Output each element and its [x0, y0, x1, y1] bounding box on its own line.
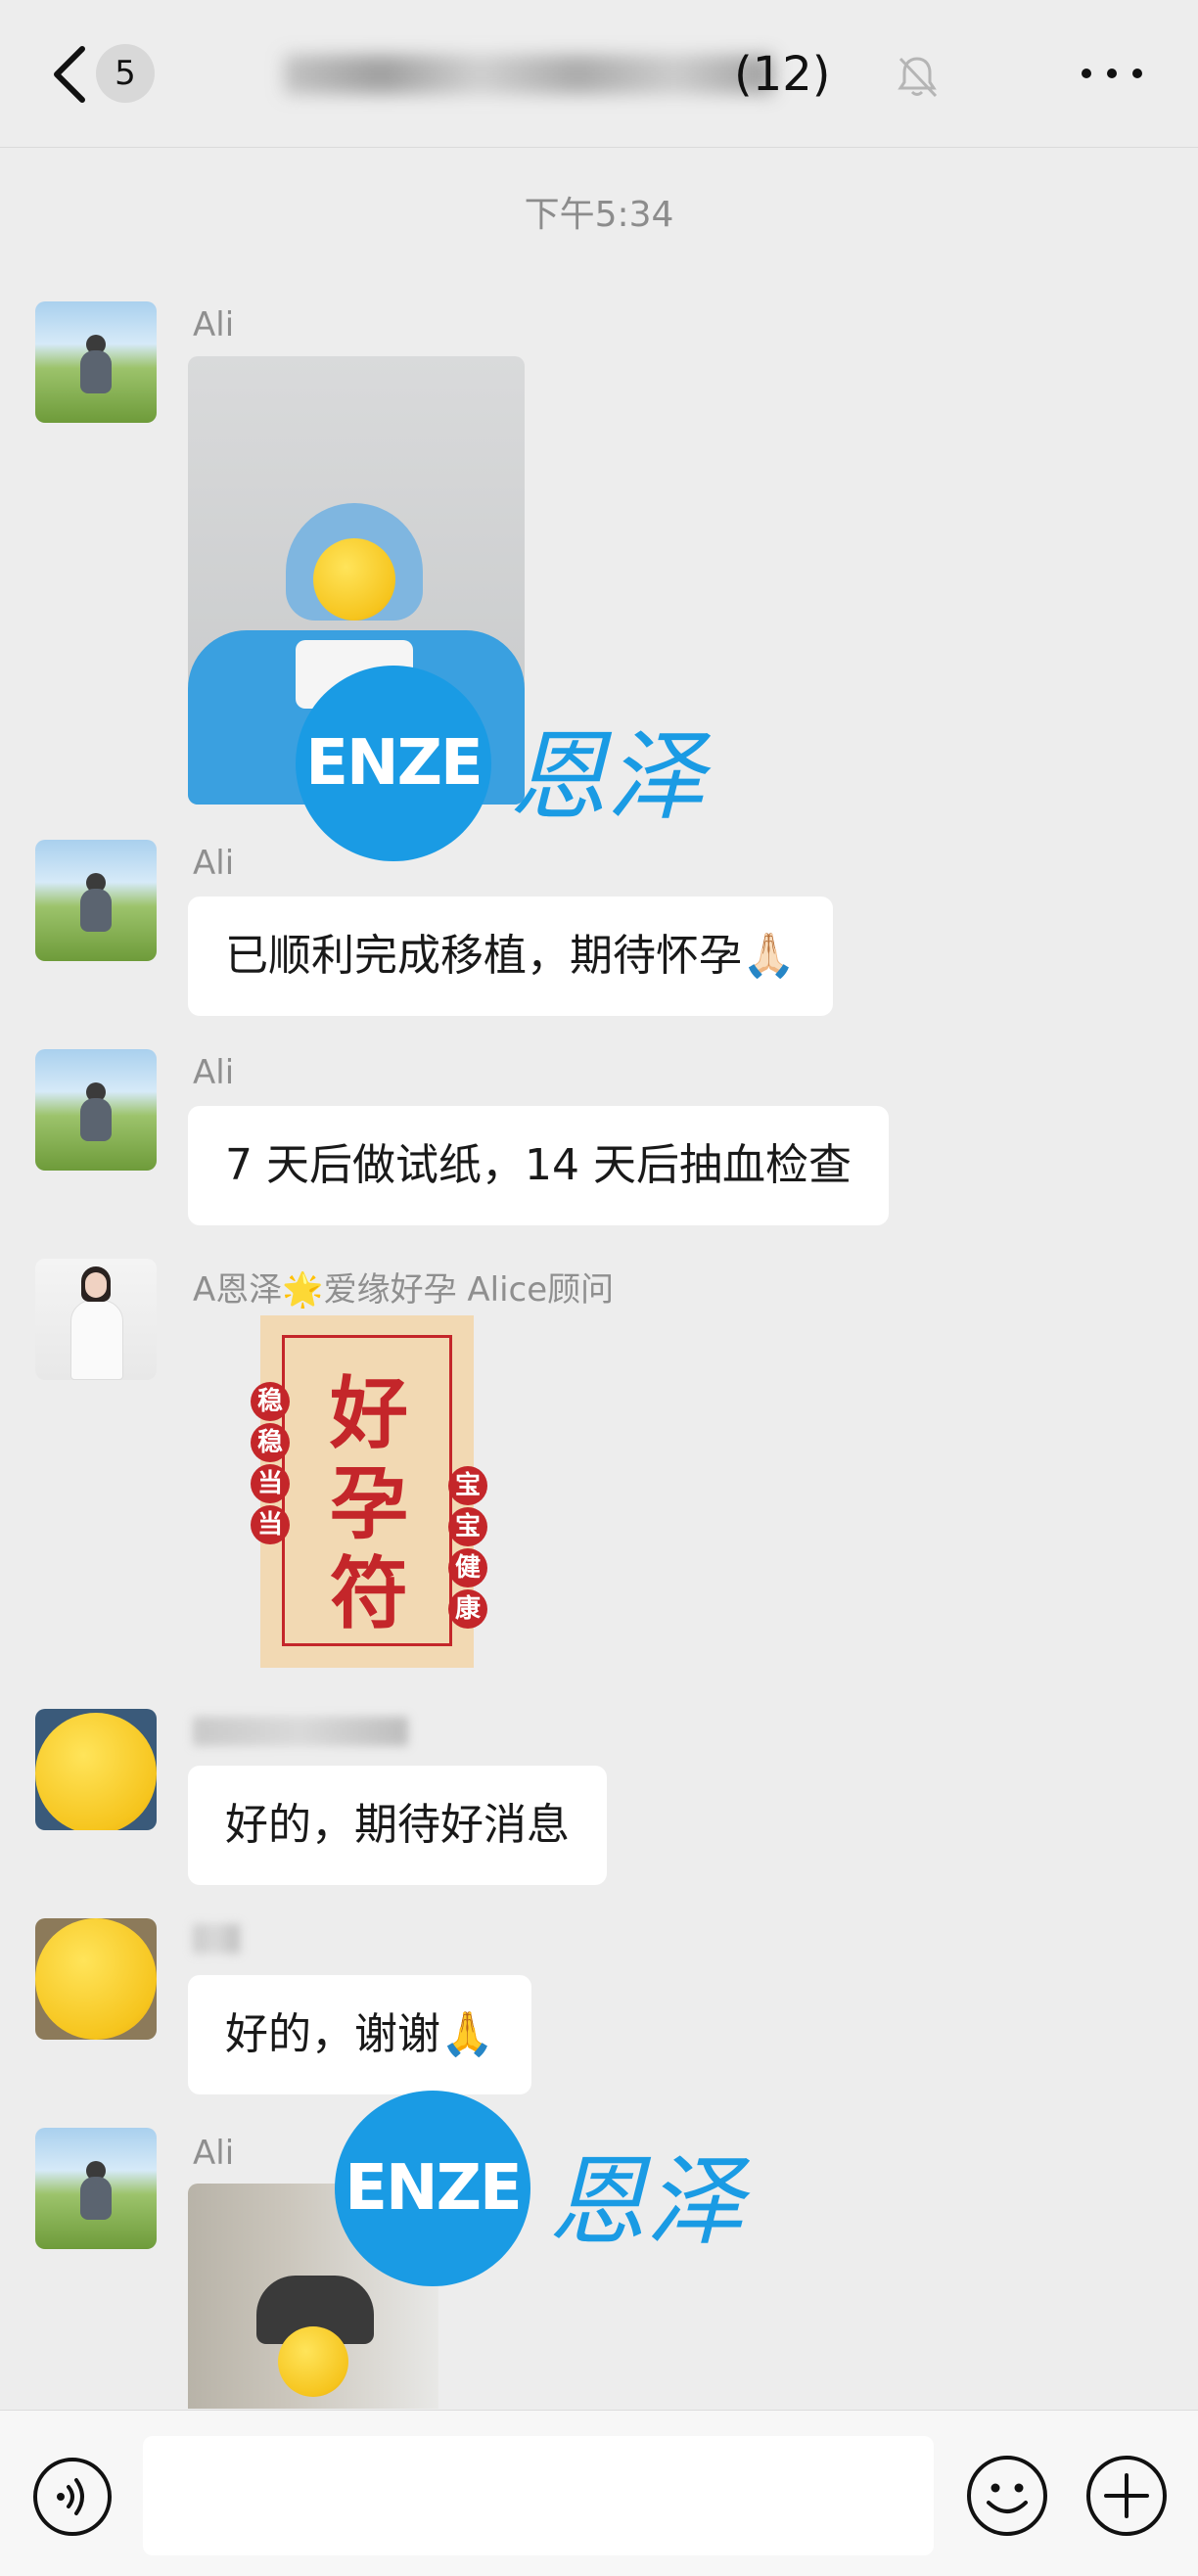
more-dots-icon[interactable]	[1077, 59, 1147, 88]
avatar-ali[interactable]	[35, 1049, 157, 1171]
blurred-title	[284, 55, 773, 94]
blurred-sender-name	[193, 1924, 240, 1954]
bell-off-icon	[898, 57, 938, 98]
text-message[interactable]: 7 天后做试纸，14 天后抽血检查	[188, 1106, 889, 1225]
avatar-smiley[interactable]	[35, 1918, 157, 2040]
sender-name: Ali	[193, 1053, 235, 1092]
sender-name: A恩泽🌟爱缘好孕 Alice顾问	[193, 1270, 615, 1310]
unread-count-badge[interactable]: 5	[96, 44, 155, 103]
smiley-face-icon	[313, 538, 395, 621]
seal-char: 康	[448, 1589, 487, 1629]
smiley-face-icon	[278, 2326, 348, 2397]
seal-char: 宝	[448, 1466, 487, 1505]
chat-title: (12)	[274, 39, 920, 108]
sticker-message[interactable]: 好孕符 稳 稳 当 当 宝 宝 健 康	[217, 1310, 521, 1674]
seal-char: 当	[251, 1505, 290, 1544]
avatar-alice[interactable]	[35, 1259, 157, 1380]
sticker-main-text: 好孕符	[330, 1367, 408, 1639]
watermark-name: 恩泽	[509, 719, 705, 834]
avatar-ali[interactable]	[35, 840, 157, 961]
watermark-logo: ENZE	[296, 666, 491, 861]
input-bar	[0, 2410, 1198, 2576]
member-count: (12)	[734, 47, 831, 102]
plus-icon[interactable]	[1084, 2454, 1169, 2538]
seal-char: 稳	[251, 1382, 290, 1421]
smiley-face-icon	[35, 1713, 157, 1830]
avatar-ali[interactable]	[35, 2128, 157, 2249]
voice-icon[interactable]	[31, 2456, 114, 2538]
text-message[interactable]: 好的，谢谢🙏	[188, 1975, 531, 2094]
avatar-smiley[interactable]	[35, 1709, 157, 1830]
sender-name: Ali	[193, 844, 235, 883]
seal-char: 稳	[251, 1423, 290, 1462]
sender-name: Ali	[193, 305, 235, 345]
message-input[interactable]	[143, 2436, 934, 2555]
text-message[interactable]: 已顺利完成移植，期待怀孕🙏🏻	[188, 897, 833, 1016]
watermark-logo: ENZE	[335, 2091, 530, 2286]
message-timestamp: 下午5:34	[524, 195, 674, 235]
blurred-sender-name	[193, 1717, 408, 1746]
sender-name: Ali	[193, 2134, 235, 2173]
text-message[interactable]: 好的，期待好消息	[188, 1766, 607, 1885]
seal-char: 健	[448, 1548, 487, 1587]
watermark-name: 恩泽	[548, 2144, 744, 2259]
seal-char: 宝	[448, 1507, 487, 1546]
chevron-left-icon[interactable]	[43, 41, 102, 108]
avatar-ali[interactable]	[35, 301, 157, 423]
emoji-icon[interactable]	[965, 2454, 1049, 2538]
seal-char: 当	[251, 1464, 290, 1503]
chat-header: 5 (12)	[0, 0, 1198, 148]
smiley-face-icon	[35, 1918, 157, 2040]
